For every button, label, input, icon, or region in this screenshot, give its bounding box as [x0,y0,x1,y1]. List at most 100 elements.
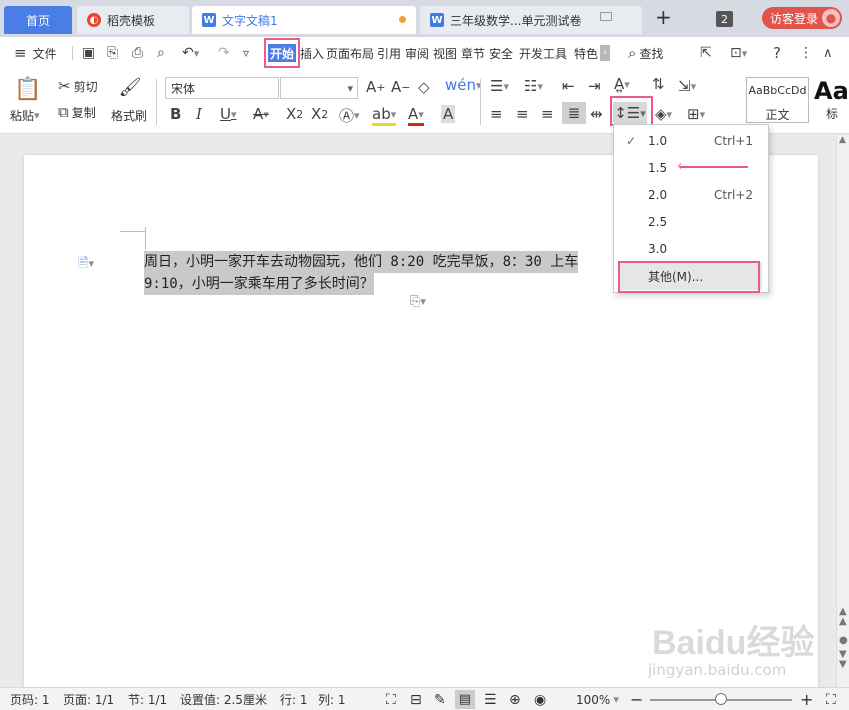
read-mode-icon[interactable]: ⊟ [410,688,422,710]
show-marks-icon[interactable]: ⇲ ▾ [678,77,696,95]
paragraph-settings-icon[interactable]: 🗎▾ [78,254,94,276]
bold-icon[interactable]: B [170,105,181,123]
subscript-icon[interactable]: X2 [311,105,328,123]
chinese-layout-icon[interactable]: A͍ ▾ [614,75,630,93]
grow-font-icon[interactable]: A + [366,78,385,96]
web-view-icon[interactable]: ⊕ [509,688,521,710]
underline-icon[interactable]: U ▾ [220,105,237,123]
customize-chevron-icon[interactable]: ▿ [243,37,249,69]
font-name-select[interactable]: 宋体 [165,77,279,99]
format-painter-button[interactable]: 格式刷 [111,107,147,124]
guest-login-button[interactable]: 访客登录 ● [762,7,842,29]
distributed-align-icon[interactable]: ⇹ [590,105,603,123]
superscript-icon[interactable]: X2 [286,105,303,123]
style-normal[interactable]: AaBbCcDd 正文 [746,77,809,123]
sort-icon[interactable]: ⇅ [652,75,665,93]
file-menu-button[interactable]: ≡ 文件 [14,37,57,69]
align-justify-icon[interactable]: ≣ [562,102,586,124]
cut-button[interactable]: ✂ 剪切 [58,77,98,95]
menu-tab-view[interactable]: 视图 [433,37,457,69]
status-col[interactable]: 列: 1 [318,688,346,710]
borders-icon[interactable]: ⊞ ▾ [687,105,705,123]
menu-tab-review[interactable]: 审阅 [405,37,429,69]
preview-icon[interactable]: ⌕ [157,37,165,69]
strikethrough-icon[interactable]: A ▾ [253,105,269,123]
fullscreen-icon[interactable]: ⛶ [386,688,396,710]
line-spacing-option-2-5[interactable]: 2.5 [614,208,768,235]
paste-options-icon[interactable]: ⎘▾ [410,294,426,309]
paste-icon[interactable]: 📋 [12,75,44,103]
find-button[interactable]: ⌕ 查找 [628,37,663,69]
format-painter-icon[interactable]: 🖌 [118,75,142,99]
font-color-icon[interactable]: A ▾ [408,105,424,126]
line-spacing-option-1-0[interactable]: ✓ 1.0 Ctrl+1 [614,127,768,154]
eye-protection-icon[interactable]: ◉ [534,688,546,710]
next-page-icon[interactable]: ▼ ▼ [839,650,847,670]
menu-tab-insert[interactable]: 插入 [300,37,324,69]
shrink-font-icon[interactable]: A − [391,78,410,96]
character-shading-icon[interactable]: A [441,105,456,123]
document-text-line-2[interactable]: 9:10，小明一家乘车用了多长时间？ [144,273,374,295]
menu-tab-reference[interactable]: 引用 [377,37,401,69]
numbered-list-icon[interactable]: ☷ ▾ [524,77,543,95]
pinyin-icon[interactable]: wén ▾ [445,76,482,94]
increase-indent-icon[interactable]: ⇥ [588,77,601,95]
italic-icon[interactable]: I [196,105,202,123]
output-icon[interactable]: ⎘ [107,37,118,69]
bullet-list-icon[interactable]: ☰ ▾ [490,77,509,95]
paste-button[interactable]: 粘贴 ▾ [10,107,40,124]
align-right-icon[interactable]: ≡ [541,105,554,123]
print-icon[interactable]: ⎙ [132,37,143,69]
tab-home[interactable]: 首页 [4,6,72,34]
page-view-icon[interactable]: ▤ [455,690,475,709]
vertical-scrollbar[interactable]: ▲ ▲ ▲ ● ▼ ▼ [836,135,849,687]
zoom-out-button[interactable]: − [630,688,643,710]
help-icon[interactable]: ? [773,37,781,69]
status-setting[interactable]: 设置值: 2.5厘米 [180,688,267,710]
scroll-up-icon[interactable]: ▲ [839,135,846,145]
zoom-slider-thumb[interactable] [715,693,727,705]
menu-tab-special[interactable]: 特色 [574,37,598,69]
edit-pen-icon[interactable]: ✎ [434,688,446,710]
align-left-icon[interactable]: ≡ [490,105,503,123]
decrease-indent-icon[interactable]: ⇤ [562,77,575,95]
prev-page-icon[interactable]: ▲ ▲ [839,607,847,627]
shading-icon[interactable]: ◈ ▾ [655,105,672,123]
status-page[interactable]: 页码: 1 [10,688,50,710]
highlight-color-icon[interactable]: ab ▾ [372,105,397,126]
document-text-line-1[interactable]: 周日，小明一家开车去动物园玩，他们 8:20 吃完早饭，8：30 上车 [144,251,579,273]
style-heading[interactable]: Aa 标 [812,77,849,123]
font-size-select[interactable]: ▾ [280,77,358,99]
zoom-level-select[interactable]: 100% ▾ [576,688,619,710]
tab-daoke-templates[interactable]: ◐ 稻壳模板 [77,6,189,34]
line-spacing-option-1-5[interactable]: 1.5 ‹ [614,154,768,181]
status-pages[interactable]: 页面: 1/1 [63,688,114,710]
collaborate-icon[interactable]: ⊡ ▾ [730,37,747,69]
outline-view-icon[interactable]: ☰ [484,688,497,710]
new-tab-button[interactable]: + [655,5,672,29]
menu-scroll-right-button[interactable]: › [600,45,610,61]
line-spacing-option-2-0[interactable]: 2.0 Ctrl+2 [614,181,768,208]
redo-icon[interactable]: ↷ [218,37,230,69]
menu-tab-security[interactable]: 安全 [489,37,513,69]
share-icon[interactable]: ⇱ [700,37,712,69]
zoom-in-button[interactable]: + [800,688,813,710]
collapse-ribbon-icon[interactable]: ∧ [823,37,833,69]
menu-tab-chapter[interactable]: 章节 [461,37,485,69]
align-center-icon[interactable]: ≡ [516,105,529,123]
tab-document-2[interactable]: W 三年级数学...单元测试卷 [420,6,642,34]
status-section[interactable]: 节: 1/1 [128,688,167,710]
undo-icon[interactable]: ↶ ▾ [182,37,199,69]
text-effect-icon[interactable]: Ⓐ ▾ [339,105,360,126]
window-count-badge[interactable]: 2 [716,11,733,27]
select-browse-icon[interactable]: ● [839,635,848,646]
save-icon[interactable]: ▣ [82,37,95,69]
more-icon[interactable]: ⋮ [799,37,813,69]
clear-format-icon[interactable]: ◇ [418,78,430,96]
fit-window-icon[interactable]: ⛶ [826,688,836,710]
tab-document-1[interactable]: W 文字文稿1 [192,6,416,34]
status-row[interactable]: 行: 1 [280,688,308,710]
copy-button[interactable]: ⧉ 复制 [58,103,96,121]
menu-tab-developer[interactable]: 开发工具 [519,37,567,69]
line-spacing-option-3-0[interactable]: 3.0 [614,235,768,262]
